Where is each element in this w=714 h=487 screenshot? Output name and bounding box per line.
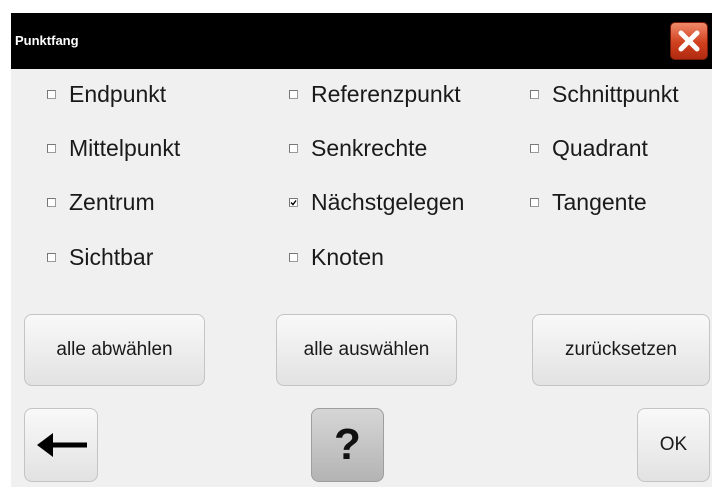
option-mittelpunkt[interactable]: Mittelpunkt (47, 133, 180, 163)
select-all-label: alle auswählen (303, 339, 430, 360)
option-naechstgelegen[interactable]: Nächstgelegen (289, 187, 464, 217)
dialog-panel: Endpunkt Referenzpunkt Schnittpunkt Mitt… (11, 69, 712, 487)
option-label: Mittelpunkt (69, 134, 181, 161)
option-label: Nächstgelegen (311, 188, 465, 215)
checkbox[interactable] (289, 252, 298, 262)
option-label: Quadrant (552, 134, 648, 161)
option-label: Referenzpunkt (311, 80, 461, 107)
checkbox[interactable] (47, 252, 56, 262)
help-button[interactable]: ? (311, 408, 384, 482)
ok-button[interactable]: OK (637, 408, 710, 482)
checkbox[interactable] (530, 197, 539, 207)
reset-button[interactable]: zurücksetzen (532, 314, 710, 386)
checkbox[interactable] (47, 197, 56, 207)
checkbox[interactable] (47, 143, 56, 153)
help-icon: ? (334, 420, 361, 469)
close-button[interactable] (670, 22, 708, 60)
checkbox[interactable] (47, 89, 56, 99)
option-label: Zentrum (69, 188, 155, 215)
arrow-left-icon (37, 433, 87, 457)
close-icon (678, 30, 700, 52)
option-label: Sichtbar (69, 243, 154, 270)
checkbox[interactable] (289, 197, 298, 207)
option-endpunkt[interactable]: Endpunkt (47, 79, 166, 109)
option-schnittpunkt[interactable]: Schnittpunkt (530, 79, 679, 109)
deselect-all-button[interactable]: alle abwählen (24, 314, 205, 386)
option-label: Tangente (552, 188, 647, 215)
option-label: Schnittpunkt (552, 80, 679, 107)
reset-label: zurücksetzen (565, 339, 677, 360)
ok-label: OK (659, 434, 688, 455)
select-all-button[interactable]: alle auswählen (276, 314, 457, 386)
checkbox[interactable] (289, 89, 298, 99)
checkbox[interactable] (530, 89, 539, 99)
checkbox[interactable] (289, 143, 298, 153)
option-sichtbar[interactable]: Sichtbar (47, 242, 153, 272)
option-tangente[interactable]: Tangente (530, 187, 647, 217)
option-senkrechte[interactable]: Senkrechte (289, 133, 427, 163)
back-button[interactable] (24, 408, 98, 482)
checkbox[interactable] (530, 143, 539, 153)
option-knoten[interactable]: Knoten (289, 242, 384, 272)
title-bar: Punktfang (11, 13, 712, 69)
option-label: Senkrechte (311, 134, 428, 161)
checkmark-icon (290, 199, 297, 206)
dialog-title: Punktfang (15, 33, 79, 48)
deselect-all-label: alle abwählen (56, 339, 173, 360)
option-referenzpunkt[interactable]: Referenzpunkt (289, 79, 461, 109)
option-label: Knoten (311, 243, 384, 270)
option-quadrant[interactable]: Quadrant (530, 133, 648, 163)
option-zentrum[interactable]: Zentrum (47, 187, 155, 217)
option-label: Endpunkt (69, 80, 167, 107)
